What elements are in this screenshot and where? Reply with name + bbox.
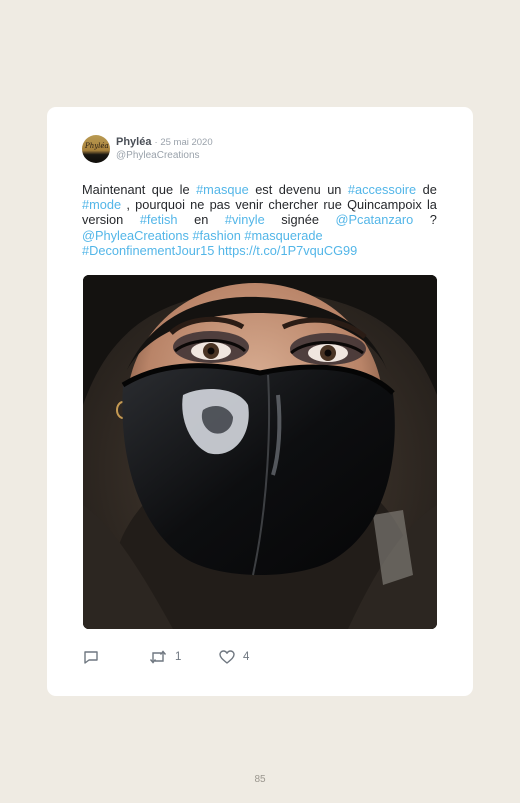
tweet-text-segment: venir xyxy=(235,197,264,213)
tweet-text-segment: , xyxy=(126,197,130,213)
tweet-link[interactable]: @Pcatanzaro xyxy=(336,212,414,227)
tweet-text-segment: le xyxy=(179,182,190,197)
tweet-date[interactable]: · 25 mai 2020 xyxy=(155,137,213,148)
tweet-link[interactable]: #DeconfinementJour15 https://t.co/1P7vqu… xyxy=(82,243,357,258)
tweet-text-segment: est xyxy=(255,182,273,197)
retweet-icon xyxy=(149,650,167,664)
page-number: 85 xyxy=(254,774,266,785)
tweet-link[interactable]: #accessoire xyxy=(348,182,416,197)
avatar-logo-text: Phyléa xyxy=(85,142,109,150)
tweet-link[interactable]: #vinyle xyxy=(225,212,265,227)
tweet-text-line: Maintenant que le #masque est devenu un #access… xyxy=(82,182,437,197)
tweet-text-segment: ne xyxy=(190,197,205,213)
tweet-text-segment: version xyxy=(82,212,124,228)
tweet-text-line: #mode, pourquoi ne pas venir chercher rue Quinc… xyxy=(82,197,437,212)
tweet-text-segment: en xyxy=(194,212,209,228)
tweet-link[interactable]: @PhyleaCreations #fashion #masquerade xyxy=(82,228,323,243)
like-button[interactable]: 4 xyxy=(219,650,249,664)
retweet-button[interactable]: 1 xyxy=(149,650,181,664)
author-handle[interactable]: @PhyleaCreations xyxy=(116,150,200,161)
tweet-text-line: @PhyleaCreations #fashion #masquerade xyxy=(82,228,437,243)
tweet-text: Maintenant que le #masque est devenu un #access… xyxy=(82,182,437,258)
author-line: Phyléa · 25 mai 2020 xyxy=(116,136,213,148)
retweet-count: 1 xyxy=(175,651,182,663)
like-count: 4 xyxy=(243,651,250,663)
tweet-text-segment: un xyxy=(327,182,342,197)
tweet-link[interactable]: #masque xyxy=(196,182,249,197)
tweet-text-segment: Maintenant xyxy=(82,182,146,197)
tweet-text-segment: rue xyxy=(323,197,342,213)
tweet-photo-image xyxy=(83,275,437,629)
avatar[interactable]: Phyléa xyxy=(82,135,110,163)
tweet-text-segment: pas xyxy=(209,197,231,213)
tweet-link[interactable]: #mode xyxy=(82,197,121,212)
tweet-text-segment: ? xyxy=(429,212,437,228)
reply-button[interactable] xyxy=(83,650,99,664)
tweet-text-segment: devenu xyxy=(278,182,321,197)
tweet-text-segment: signée xyxy=(281,212,319,228)
tweet-link[interactable]: #fetish xyxy=(140,212,178,227)
author-name[interactable]: Phyléa xyxy=(116,136,151,148)
tweet-actions: 1 4 xyxy=(83,650,283,670)
reply-icon xyxy=(84,651,98,664)
tweet-text-segment: Quincampoix xyxy=(347,197,422,213)
tweet-text-line: #DeconfinementJour15 https://t.co/1P7vqu… xyxy=(82,243,437,258)
tweet-header: Phyléa Phyléa · 25 mai 2020 @PhyleaCreat… xyxy=(82,135,442,165)
tweet-card: Phyléa Phyléa · 25 mai 2020 @PhyleaCreat… xyxy=(47,107,473,696)
tweet-text-segment: la xyxy=(426,197,437,213)
tweet-text-segment: chercher xyxy=(268,197,319,213)
heart-icon xyxy=(219,650,235,664)
tweet-text-segment: de xyxy=(422,182,437,197)
tweet-text-segment: que xyxy=(151,182,174,197)
tweet-text-line: version #fetish en #vinyle signée @Pcatanzaro… xyxy=(82,212,437,227)
tweet-photo[interactable] xyxy=(83,275,437,629)
tweet-text-segment: pourquoi xyxy=(135,197,185,213)
